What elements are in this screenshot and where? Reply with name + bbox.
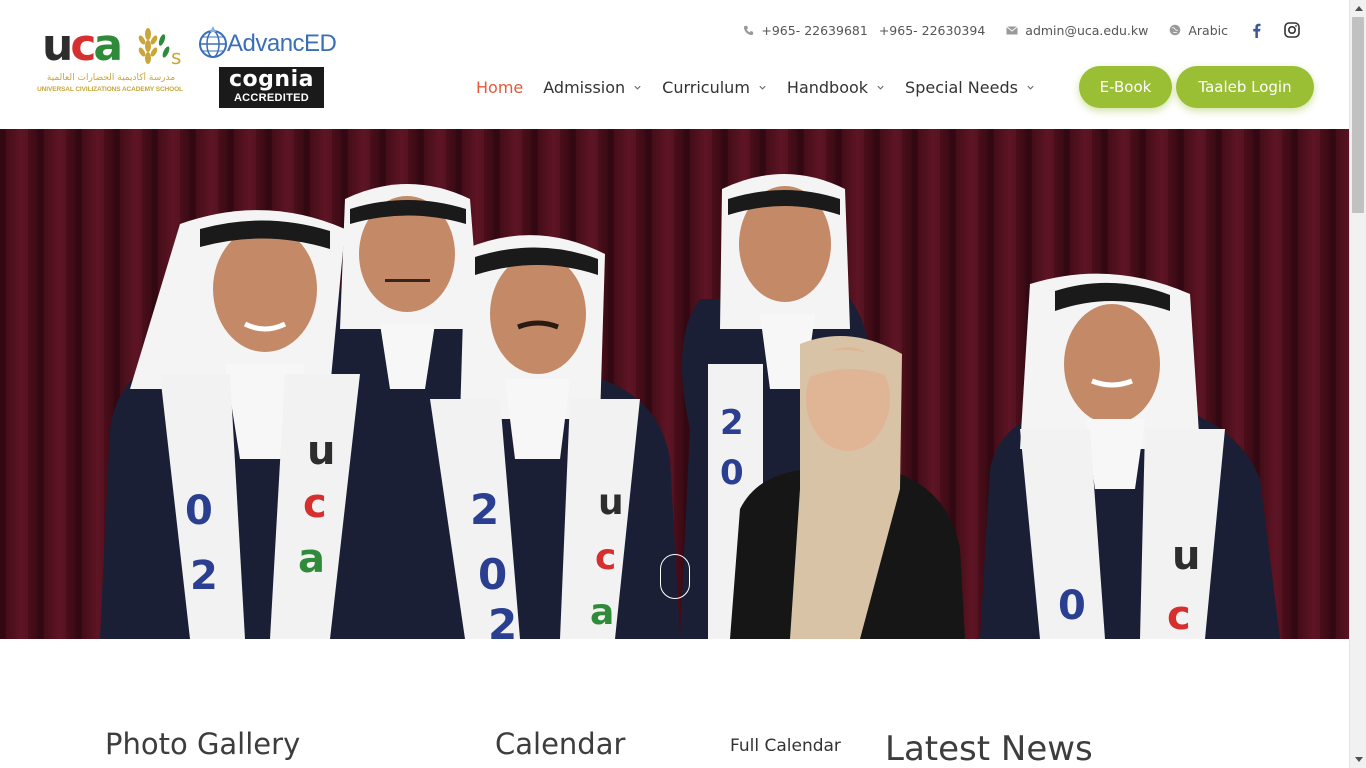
advanced-logo-text: AdvancED — [227, 30, 337, 57]
latest-news-title: Latest News — [885, 729, 1093, 768]
instagram-icon[interactable] — [1284, 22, 1300, 38]
svg-text:2: 2 — [720, 403, 744, 443]
svg-text:c: c — [1167, 593, 1191, 639]
uca-english-name: UNIVERSAL CIVILIZATIONS ACADEMY SCHOOL — [37, 86, 183, 93]
svg-text:2: 2 — [470, 485, 499, 534]
nav-item-label: Home — [476, 77, 524, 97]
uca-logo-suffix: s — [171, 45, 181, 69]
svg-text:a: a — [590, 592, 614, 633]
svg-text:2: 2 — [190, 553, 218, 599]
calendar-title: Calendar — [495, 727, 626, 761]
cognia-accredited-text: ACCREDITED — [233, 92, 310, 104]
nav-item-special-needs[interactable]: Special Needs — [905, 78, 1035, 97]
mail-icon — [1005, 23, 1019, 37]
uca-arabic-name: مدرسة أكاديمية الحضارات العالمية — [46, 73, 176, 83]
advanced-logo: AdvancED — [197, 24, 347, 64]
nav-item-label: Special Needs — [905, 77, 1018, 97]
chevron-down-icon — [634, 85, 641, 90]
scroll-down-arrow-icon[interactable] — [1350, 751, 1366, 768]
nav-item-label: Handbook — [786, 77, 869, 97]
facebook-icon[interactable] — [1248, 22, 1264, 38]
main-nav: Home Admission Curriculum Handbook Speci… — [476, 74, 1055, 100]
svg-text:0: 0 — [720, 453, 744, 493]
svg-text:a: a — [298, 536, 325, 582]
phone-contact[interactable]: +965- 22639681 +965- 22630394 — [741, 23, 985, 38]
svg-text:0: 0 — [185, 488, 213, 534]
page-scrollbar[interactable] — [1349, 0, 1366, 768]
ebook-button[interactable]: E-Book — [1079, 66, 1172, 108]
phone-icon — [741, 23, 755, 37]
svg-text:u: u — [598, 482, 624, 523]
phone-number-2[interactable]: +965- 22630394 — [879, 23, 985, 38]
svg-text:u: u — [1172, 533, 1200, 579]
nav-item-admission[interactable]: Admission — [543, 78, 642, 97]
svg-text:u: u — [307, 428, 335, 474]
site-header: uca s مدرسة أكاديمية الحضارات العالمية U… — [0, 0, 1349, 129]
full-calendar-link[interactable]: Full Calendar — [730, 736, 841, 756]
language-link[interactable]: Arabic — [1188, 23, 1228, 38]
cognia-logo-text: cognia — [229, 67, 314, 92]
taaleb-login-button[interactable]: Taaleb Login — [1176, 66, 1314, 108]
language-switch[interactable]: Arabic — [1168, 23, 1228, 38]
email-contact[interactable]: admin@uca.edu.kw — [1005, 23, 1148, 38]
svg-text:2: 2 — [488, 600, 517, 639]
svg-text:0: 0 — [1058, 583, 1086, 629]
chevron-down-icon — [759, 85, 766, 90]
chevron-down-icon — [1027, 85, 1034, 90]
contact-bar: +965- 22639681 +965- 22630394 admin@uca.… — [741, 20, 1300, 40]
nav-item-curriculum[interactable]: Curriculum — [662, 78, 767, 97]
globe-icon — [1168, 23, 1182, 37]
scroll-mouse-icon[interactable] — [660, 554, 690, 599]
nav-item-home[interactable]: Home — [476, 78, 523, 97]
nav-item-label: Admission — [543, 77, 626, 97]
chevron-down-icon — [877, 85, 884, 90]
wheat-emblem-icon: s — [138, 28, 181, 69]
scroll-up-arrow-icon[interactable] — [1350, 0, 1366, 17]
phone-number-1[interactable]: +965- 22639681 — [761, 23, 867, 38]
uca-logo[interactable]: uca s مدرسة أكاديمية الحضارات العالمية U… — [34, 20, 186, 98]
svg-text:0: 0 — [478, 550, 507, 599]
photo-gallery-title: Photo Gallery — [105, 727, 301, 761]
email-link[interactable]: admin@uca.edu.kw — [1025, 23, 1148, 38]
hero-slider[interactable]: 2 0 0 2 u c a 2 0 2 u c a 0 u c — [0, 129, 1349, 639]
svg-text:c: c — [595, 537, 616, 578]
cognia-accredited-badge: cognia ACCREDITED — [219, 67, 324, 108]
nav-item-label: Curriculum — [662, 77, 750, 97]
uca-logo-wordmark: uca — [42, 20, 123, 71]
scrollbar-thumb[interactable] — [1352, 17, 1364, 213]
globe-logo-icon — [199, 26, 227, 58]
svg-text:c: c — [303, 481, 327, 527]
nav-item-handbook[interactable]: Handbook — [787, 78, 885, 97]
